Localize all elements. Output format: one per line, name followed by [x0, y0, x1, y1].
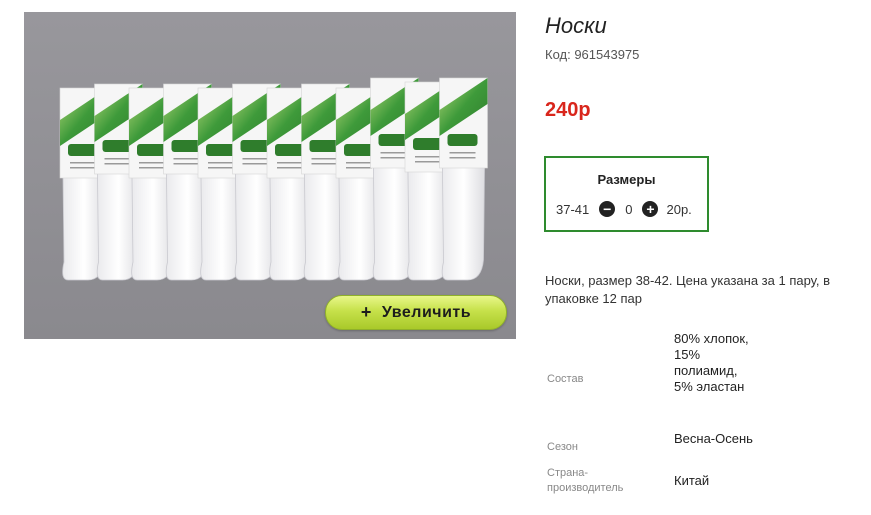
size-value: 37-41: [556, 201, 590, 217]
zoom-button-label: Увеличить: [381, 303, 472, 321]
plus-circle-icon[interactable]: +: [642, 201, 659, 217]
product-image[interactable]: + Увеличить: [24, 12, 516, 339]
property-key: Состав: [547, 373, 584, 385]
size-row: 37-41 − 0 + 20р.: [556, 201, 692, 217]
product-price: 240р: [545, 99, 591, 121]
property-key: Страна-производитель: [547, 467, 624, 494]
size-price: 20р.: [666, 201, 692, 217]
product-description: Носки, размер 38-42. Цена указана за 1 п…: [545, 273, 831, 306]
quantity-value: 0: [625, 201, 633, 217]
sock-pack: [439, 77, 488, 281]
property-value: Весна-Осень: [674, 431, 753, 446]
zoom-button[interactable]: + Увеличить: [325, 295, 507, 330]
minus-circle-icon[interactable]: −: [599, 201, 616, 217]
property-value: Китай: [674, 473, 710, 488]
plus-icon: +: [360, 302, 372, 322]
sizes-title: Размеры: [597, 172, 656, 187]
product-title: Носки: [545, 13, 607, 38]
socks-illustration: [24, 12, 516, 339]
property-key: Сезон: [547, 441, 578, 453]
property-value: 80% хлопок, 15% полиамид, 5% эластан: [674, 331, 749, 394]
product-code: Код: 961543975: [545, 47, 640, 62]
sizes-box: Размеры 37-41 − 0 + 20р.: [544, 156, 709, 232]
